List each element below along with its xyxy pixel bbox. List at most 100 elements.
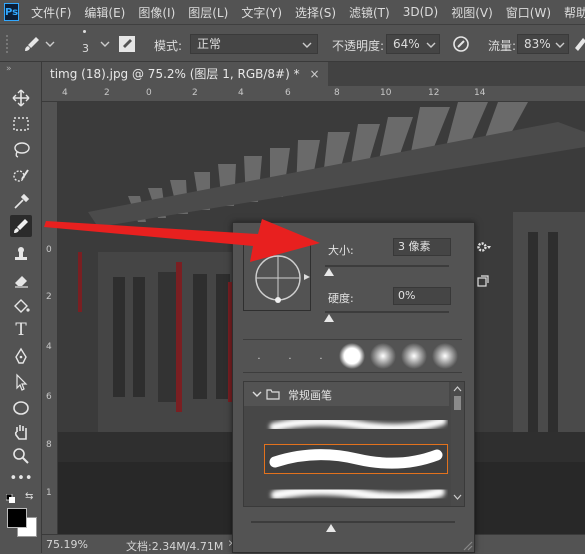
- quick-selection-tool-icon[interactable]: [10, 165, 32, 187]
- vertical-ruler: 0 2 4 6 8 1: [42, 102, 58, 534]
- ruler-tick-label: 10: [380, 88, 392, 98]
- gear-icon[interactable]: [476, 241, 492, 253]
- hardness-input[interactable]: 0%: [393, 287, 451, 305]
- close-icon[interactable]: ×: [309, 67, 319, 81]
- eraser-tool-icon[interactable]: [10, 269, 32, 291]
- swap-colors-icon[interactable]: ⇆: [25, 491, 33, 502]
- horizontal-ruler: 4 2 0 2 4 6 8 10 12 14: [42, 86, 585, 102]
- scroll-down-icon[interactable]: [453, 494, 462, 500]
- scrollbar-thumb[interactable]: [454, 396, 461, 410]
- menu-view[interactable]: 视图(V): [451, 4, 493, 21]
- ruler-tick-label: 8: [46, 440, 52, 450]
- document-tab-title: timg (18).jpg @ 75.2% (图层 1, RGB/8#) *: [50, 67, 300, 81]
- menu-3d[interactable]: 3D(D): [403, 5, 438, 19]
- move-tool-icon[interactable]: [10, 87, 32, 109]
- ruler-tick-label: 0: [146, 88, 152, 98]
- document-size-info: 文档:2.34M/4.71M: [126, 540, 224, 553]
- more-tools-icon[interactable]: •••: [10, 467, 33, 489]
- flow-input[interactable]: 83%: [517, 34, 569, 54]
- ellipse-tool-icon[interactable]: [10, 397, 32, 419]
- brush-size-value[interactable]: 3: [82, 42, 89, 55]
- flow-value: 83%: [524, 37, 551, 51]
- size-slider-track[interactable]: [325, 265, 449, 267]
- ruler-tick-label: 8: [334, 88, 340, 98]
- brush-preset-list: 常规画笔: [243, 381, 465, 507]
- brush-tip-preset[interactable]: .: [243, 340, 275, 372]
- marquee-tool-icon[interactable]: [10, 113, 32, 135]
- menu-filter[interactable]: 滤镜(T): [349, 4, 390, 21]
- paint-bucket-tool-icon[interactable]: [10, 295, 32, 317]
- photoshop-logo-icon[interactable]: Ps: [4, 3, 20, 21]
- size-slider-thumb[interactable]: [324, 268, 334, 276]
- resize-grip-icon[interactable]: [461, 539, 473, 551]
- list-scrollbar[interactable]: [451, 382, 464, 506]
- document-tab[interactable]: timg (18).jpg @ 75.2% (图层 1, RGB/8#) * ×: [42, 62, 328, 86]
- brush-group-header[interactable]: 常规画笔: [244, 382, 449, 406]
- brush-group-name: 常规画笔: [288, 389, 332, 402]
- ruler-tick-label: 2: [104, 88, 110, 98]
- brush-tip-preset[interactable]: .: [274, 340, 306, 372]
- chevron-down-icon[interactable]: [252, 390, 262, 398]
- new-preset-icon[interactable]: [477, 275, 489, 287]
- size-label: 大小:: [328, 244, 354, 257]
- flow-label: 流量:: [488, 39, 517, 53]
- size-input[interactable]: 3 像素: [393, 238, 451, 256]
- default-colors-icon[interactable]: [5, 492, 15, 503]
- brush-angle-preview[interactable]: [243, 243, 311, 311]
- menu-select[interactable]: 选择(S): [295, 4, 336, 21]
- brush-tip-preset[interactable]: [336, 340, 368, 372]
- brush-tip-preset[interactable]: [429, 340, 461, 372]
- brush-tool-preset-icon[interactable]: [22, 34, 42, 54]
- chevron-down-icon[interactable]: [100, 40, 110, 48]
- menu-image[interactable]: 图像(I): [138, 4, 175, 21]
- brush-tip-preset[interactable]: [398, 340, 430, 372]
- hand-tool-icon[interactable]: [10, 421, 32, 443]
- zoom-tool-icon[interactable]: [10, 445, 32, 467]
- mode-select[interactable]: 正常: [190, 34, 318, 54]
- ruler-tick-label: 2: [46, 292, 52, 302]
- brush-preset-item[interactable]: [264, 412, 448, 438]
- tools-panel: » T ••• ⇆: [0, 62, 42, 553]
- hardness-slider-thumb[interactable]: [324, 314, 334, 322]
- menu-edit[interactable]: 编辑(E): [84, 4, 125, 21]
- brush-tip-preset[interactable]: [367, 340, 399, 372]
- eyedropper-tool-icon[interactable]: [10, 191, 32, 213]
- scroll-up-icon[interactable]: [453, 386, 462, 392]
- ruler-tick-label: 2: [192, 88, 198, 98]
- opacity-input[interactable]: 64%: [386, 34, 440, 54]
- preview-arrow-icon[interactable]: [303, 273, 311, 281]
- foreground-color-swatch[interactable]: [7, 508, 27, 528]
- ruler-tick-label: 12: [428, 88, 440, 98]
- menu-help[interactable]: 帮助: [564, 4, 585, 21]
- type-tool-icon[interactable]: T: [10, 319, 32, 341]
- ruler-tick-label: 6: [46, 392, 52, 402]
- ruler-tick-label: 14: [474, 88, 486, 98]
- brush-tool-icon[interactable]: [10, 215, 32, 237]
- preview-size-slider-thumb[interactable]: [326, 524, 336, 532]
- grip-handle[interactable]: [6, 35, 12, 53]
- pen-tool-icon[interactable]: [10, 345, 32, 367]
- airbrush-icon[interactable]: [573, 34, 585, 54]
- hardness-slider-track[interactable]: [325, 311, 449, 313]
- menu-layer[interactable]: 图层(L): [188, 4, 228, 21]
- pressure-opacity-icon[interactable]: [451, 34, 471, 54]
- brush-preset-item[interactable]: [264, 480, 448, 506]
- collapse-arrows-icon[interactable]: »: [6, 64, 12, 74]
- menu-type[interactable]: 文字(Y): [241, 4, 282, 21]
- stamp-tool-icon[interactable]: [10, 243, 32, 265]
- recent-brush-tips: . . .: [243, 339, 462, 373]
- chevron-down-icon[interactable]: [45, 40, 55, 48]
- menu-window[interactable]: 窗口(W): [506, 4, 551, 21]
- preview-size-slider-track[interactable]: [251, 521, 455, 523]
- lasso-tool-icon[interactable]: [10, 139, 32, 161]
- ruler-tick-label: 1: [46, 488, 52, 498]
- zoom-level[interactable]: 75.19%: [46, 538, 88, 551]
- brush-tip-preset[interactable]: .: [305, 340, 337, 372]
- hardness-label: 硬度:: [328, 292, 354, 305]
- menu-file[interactable]: 文件(F): [31, 4, 71, 21]
- chevron-down-icon: [302, 42, 312, 48]
- brush-preset-item-selected[interactable]: [264, 444, 448, 474]
- brush-settings-panel-icon[interactable]: [117, 34, 137, 54]
- ruler-tick-label: 4: [62, 88, 68, 98]
- path-selection-tool-icon[interactable]: [10, 371, 32, 393]
